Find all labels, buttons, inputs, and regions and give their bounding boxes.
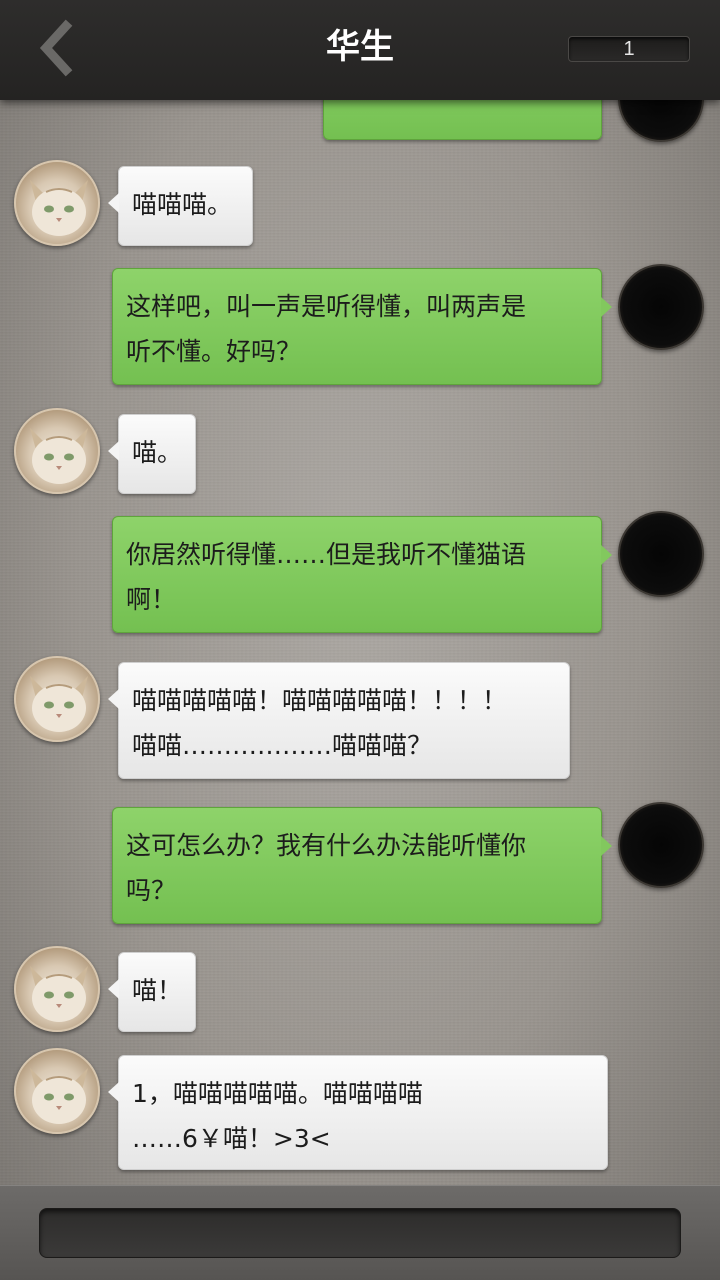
cat-avatar[interactable] — [14, 160, 100, 246]
cat-message-bubble: 喵！ — [108, 952, 196, 1032]
cat-message-bubble: 喵喵喵。 — [108, 166, 253, 246]
cat-face-icon — [30, 1068, 88, 1124]
my-message-bubble: 这可怎么办？我有什么办法能听懂你 吗？ — [112, 807, 612, 924]
message-text: 你听得懂我说的话？ — [337, 100, 587, 109]
user-avatar[interactable] — [618, 802, 704, 888]
cat-message-bubble: 喵。 — [108, 414, 196, 494]
message-text: ……6￥喵！>3< — [132, 1124, 331, 1153]
cat-avatar[interactable] — [14, 1048, 100, 1134]
user-avatar[interactable] — [618, 264, 704, 350]
message-text: 你居然听得懂……但是我听不懂猫语 — [126, 540, 527, 569]
cat-avatar[interactable] — [14, 946, 100, 1032]
back-button[interactable] — [26, 18, 86, 78]
message-text: 听不懂。好吗？ — [126, 337, 302, 366]
cat-face-icon — [30, 428, 88, 484]
chevron-left-icon — [39, 19, 73, 77]
user-avatar[interactable] — [618, 100, 704, 142]
message-text: 吗？ — [126, 876, 177, 905]
cat-avatar[interactable] — [14, 408, 100, 494]
message-text: 喵！ — [132, 976, 183, 1005]
message-text: 喵喵喵。 — [132, 190, 233, 219]
message-text: 这可怎么办？我有什么办法能听懂你 — [126, 831, 527, 860]
my-message-bubble: 你居然听得懂……但是我听不懂猫语 啊！ — [112, 516, 612, 633]
message-text: 喵喵………………喵喵喵？ — [132, 731, 433, 760]
user-avatar[interactable] — [618, 511, 704, 597]
cat-face-icon — [30, 966, 88, 1022]
message-list[interactable]: 你听得懂我说的话？ 喵喵喵。 这样吧，叫一声是听得懂，叫两声是 听不懂。好吗？ — [0, 100, 720, 1185]
message-text: 1，喵喵喵喵喵。喵喵喵喵 — [132, 1079, 423, 1108]
cat-face-icon — [30, 180, 88, 236]
cat-message-bubble: 喵喵喵喵喵！喵喵喵喵喵！！！！ 喵喵………………喵喵喵？ — [108, 662, 570, 779]
message-counter: 1 — [568, 36, 690, 62]
message-text: 啊！ — [126, 585, 177, 614]
message-text: 喵。 — [132, 438, 183, 467]
message-text: 这样吧，叫一声是听得懂，叫两声是 — [126, 292, 527, 321]
my-message-bubble: 这样吧，叫一声是听得懂，叫两声是 听不懂。好吗？ — [112, 268, 612, 385]
my-message-bubble: 你听得懂我说的话？ — [323, 100, 602, 140]
cat-avatar[interactable] — [14, 656, 100, 742]
cat-message-bubble: 1，喵喵喵喵喵。喵喵喵喵 ……6￥喵！>3< — [108, 1055, 608, 1170]
top-bar: 华生 1 — [0, 0, 720, 100]
input-bar — [0, 1185, 720, 1280]
message-text: 喵喵喵喵喵！喵喵喵喵喵！！！！ — [132, 686, 508, 715]
message-input[interactable] — [39, 1208, 681, 1258]
cat-face-icon — [30, 676, 88, 732]
